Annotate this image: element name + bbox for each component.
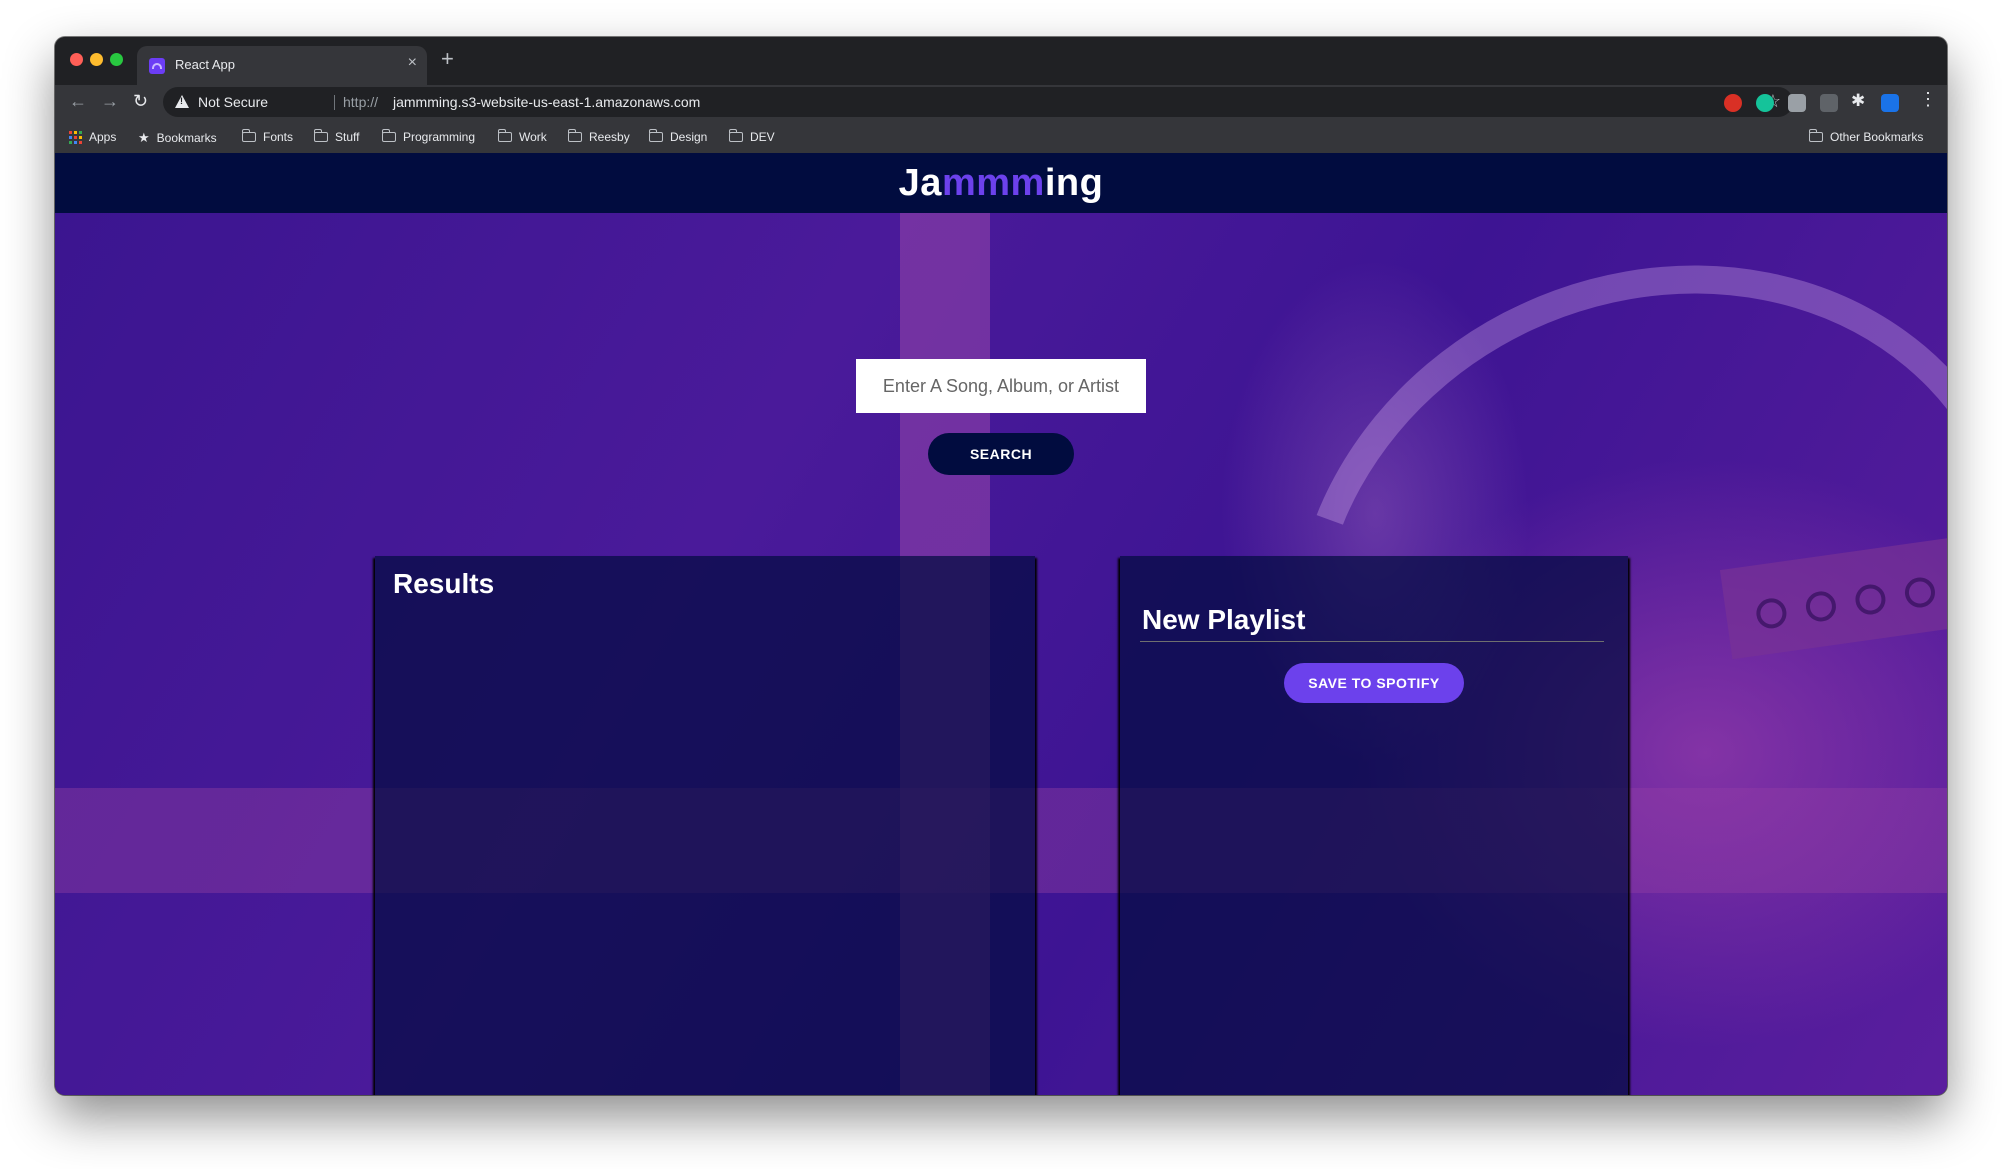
bookmarks-bar: Apps ★ Bookmarks Fonts Stuff Programming… <box>55 121 1947 153</box>
bookmark-label: Other Bookmarks <box>1830 130 1924 144</box>
bookmark-label: DEV <box>750 130 775 144</box>
back-arrow-icon[interactable]: ← <box>69 91 87 112</box>
bookmark-label: Stuff <box>335 130 360 144</box>
tab-title: React App <box>175 57 235 72</box>
omnibox-divider <box>334 95 335 110</box>
folder-icon <box>567 129 582 142</box>
bookmark-folder-fonts[interactable]: Fonts <box>241 129 294 144</box>
bookmark-apps[interactable]: Apps <box>69 130 116 144</box>
folder-icon <box>241 129 256 142</box>
apps-grid-icon <box>69 130 82 144</box>
maximize-window-button[interactable] <box>110 53 123 66</box>
save-to-spotify-button[interactable]: SAVE TO SPOTIFY <box>1284 663 1464 703</box>
page-viewport: Jammming SEARCH Results SAVE TO SPOTIFY <box>55 153 1947 1095</box>
reload-icon[interactable]: ↻ <box>133 91 148 112</box>
browser-tab[interactable]: React App × <box>137 46 427 85</box>
bookmark-folder-reesby[interactable]: Reesby <box>567 129 630 144</box>
bookmark-bookmarks[interactable]: ★ Bookmarks <box>138 130 217 146</box>
browser-toolbar: ← → ↻ Not Secure http:// jammming.s3-web… <box>55 85 1947 121</box>
extension-camera-icon[interactable] <box>1788 94 1806 112</box>
not-secure-warning-icon[interactable] <box>175 95 189 108</box>
search-input[interactable] <box>856 359 1146 413</box>
extension-eyedropper-icon[interactable] <box>1820 94 1838 112</box>
bookmark-label: Fonts <box>263 130 294 144</box>
url-host[interactable]: jammming.s3-website-us-east-1.amazonaws.… <box>393 94 700 110</box>
tab-strip: React App × + <box>55 37 1947 85</box>
app-logo: Jammming <box>898 161 1104 204</box>
playlist-name-input[interactable] <box>1140 598 1604 642</box>
hero-background: SEARCH Results SAVE TO SPOTIFY <box>55 153 1947 1095</box>
bookmark-other-bookmarks[interactable]: Other Bookmarks <box>1808 129 1924 144</box>
forward-arrow-icon[interactable]: → <box>101 91 119 112</box>
search-results-panel: Results <box>375 556 1035 1095</box>
folder-icon <box>313 129 328 142</box>
close-window-button[interactable] <box>70 53 83 66</box>
bookmark-folder-design[interactable]: Design <box>648 129 708 144</box>
browser-window: React App × + ← → ↻ Not Secure http:// j… <box>55 37 1947 1095</box>
folder-icon <box>381 129 396 142</box>
bookmark-folder-work[interactable]: Work <box>497 129 547 144</box>
url-scheme[interactable]: http:// <box>343 94 378 110</box>
bookmark-label: Programming <box>403 130 476 144</box>
bookmark-label: Design <box>670 130 708 144</box>
extension-grammarly-icon[interactable] <box>1756 94 1774 112</box>
extension-adblock-icon[interactable] <box>1724 94 1742 112</box>
minimize-window-button[interactable] <box>90 53 103 66</box>
folder-icon <box>728 129 743 142</box>
extensions-puzzle-icon[interactable]: ✱ <box>1851 91 1865 111</box>
bookmark-folder-programming[interactable]: Programming <box>381 129 476 144</box>
react-app-favicon-icon <box>149 58 165 74</box>
new-tab-button[interactable]: + <box>441 48 454 70</box>
extension-windows-icon[interactable] <box>1881 94 1899 112</box>
tab-close-icon[interactable]: × <box>408 54 417 72</box>
search-button[interactable]: SEARCH <box>928 433 1074 475</box>
playlist-panel: SAVE TO SPOTIFY <box>1120 556 1628 1095</box>
bookmark-label: Apps <box>89 130 117 144</box>
bookmark-label: Bookmarks <box>156 131 217 145</box>
folder-icon <box>497 129 512 142</box>
folder-icon <box>1808 129 1823 142</box>
bookmark-folder-stuff[interactable]: Stuff <box>313 129 360 144</box>
bookmark-label: Reesby <box>589 130 630 144</box>
folder-icon <box>648 129 663 142</box>
security-label[interactable]: Not Secure <box>198 94 268 110</box>
star-icon: ★ <box>138 130 150 145</box>
bookmark-folder-dev[interactable]: DEV <box>728 129 775 144</box>
bookmark-label: Work <box>519 130 547 144</box>
results-title: Results <box>393 568 495 599</box>
app-header: Jammming <box>55 153 1947 213</box>
address-bar[interactable]: Not Secure http:// jammming.s3-website-u… <box>163 87 1793 117</box>
browser-menu-icon[interactable]: ⋮ <box>1919 89 1937 110</box>
